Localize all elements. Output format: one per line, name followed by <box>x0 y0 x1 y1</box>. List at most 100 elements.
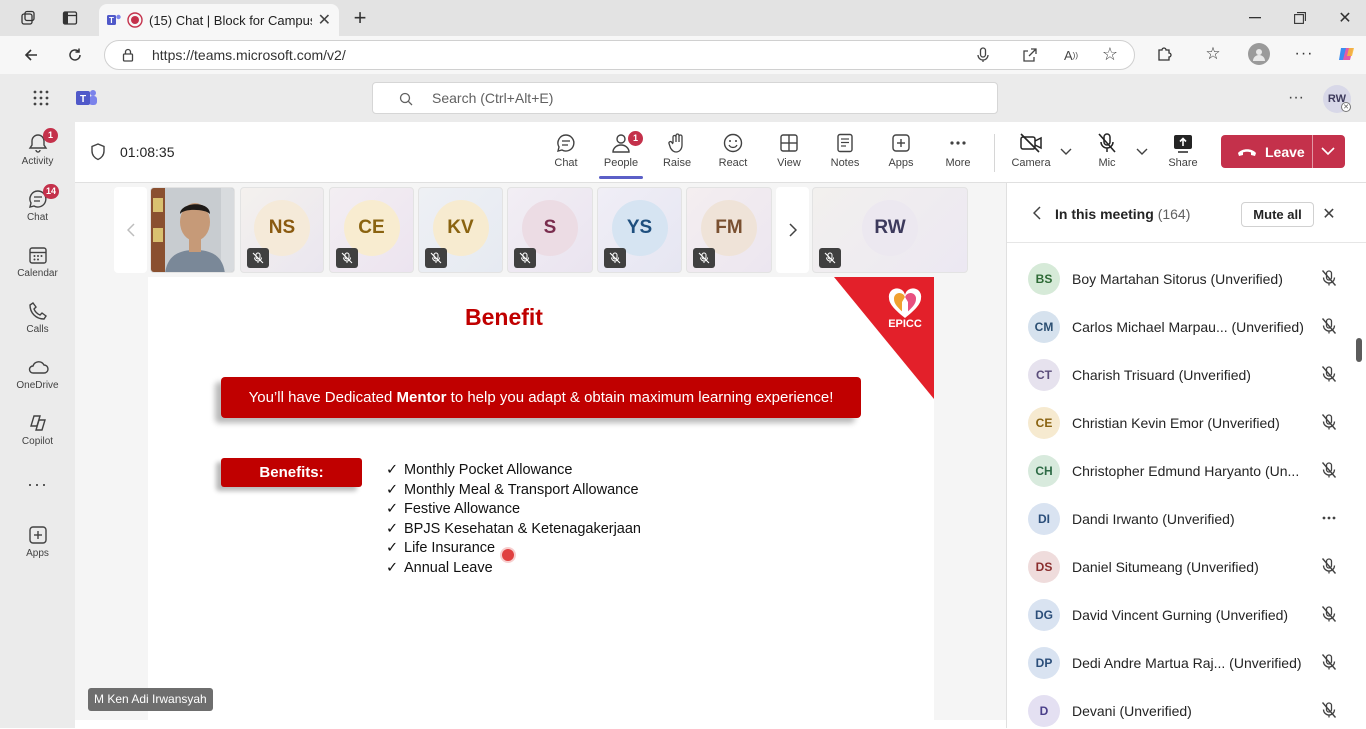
open-in-app-icon[interactable] <box>1020 45 1040 65</box>
people-button[interactable]: People 1 <box>593 131 649 179</box>
read-aloud-icon[interactable]: A)) <box>1061 45 1081 65</box>
rail-calls[interactable]: Calls <box>0 300 75 335</box>
close-panel-icon[interactable]: ✕ <box>1320 205 1338 223</box>
app-launcher-icon[interactable] <box>30 87 52 109</box>
shared-slide: EPICC Benefit You’ll have Dedicated Ment… <box>148 277 934 720</box>
view-label: View <box>777 157 801 169</box>
leave-options-chevron-icon[interactable] <box>1321 147 1335 156</box>
participant-initials: NS <box>268 217 296 238</box>
participant-tile[interactable]: CE <box>329 187 414 273</box>
rail-activity[interactable]: Activity 1 <box>0 128 75 167</box>
raise-hand-button[interactable]: Raise <box>649 132 705 169</box>
person-avatar: BS <box>1028 263 1060 295</box>
back-icon[interactable] <box>20 44 42 66</box>
benefit-text: Life Insurance <box>404 540 496 557</box>
chat-badge: 14 <box>43 184 60 199</box>
muted-mic-icon <box>425 248 447 268</box>
extensions-icon[interactable] <box>1154 44 1174 64</box>
browser-profile-avatar[interactable] <box>1248 43 1270 65</box>
recording-icon <box>127 12 143 28</box>
browser-tab-active[interactable]: T (15) Chat | Block for Campus ✕ <box>99 4 339 36</box>
view-button[interactable]: View <box>761 132 817 169</box>
back-chevron-icon[interactable] <box>1029 205 1045 221</box>
mute-all-button[interactable]: Mute all <box>1241 202 1314 227</box>
react-button[interactable]: React <box>705 132 761 169</box>
notes-button[interactable]: Notes <box>817 132 873 169</box>
refresh-icon[interactable] <box>64 44 86 66</box>
camera-options-chevron-icon[interactable] <box>1058 144 1074 160</box>
more-label: More <box>945 157 971 169</box>
roster-person[interactable]: DG David Vincent Gurning (Unverified) <box>1028 597 1338 633</box>
self-view-tile[interactable]: RW <box>812 187 968 273</box>
self-initials: RW <box>874 217 906 238</box>
participant-tile[interactable]: YS <box>597 187 682 273</box>
person-more-options-icon[interactable] <box>1320 509 1338 527</box>
rail-apps[interactable]: Apps <box>0 524 75 559</box>
person-name: Dandi Irwanto (Unverified) <box>1072 511 1235 527</box>
person-avatar: CM <box>1028 311 1060 343</box>
person-name: Carlos Michael Marpau... (Unverified) <box>1072 319 1304 335</box>
copilot-browser-icon[interactable] <box>1336 43 1358 65</box>
hang-up-icon <box>1237 147 1257 157</box>
search-placeholder: Search (Ctrl+Alt+E) <box>432 90 554 106</box>
teams-favicon-icon: T <box>107 13 121 27</box>
favorites-icon[interactable]: ☆ <box>1203 44 1223 64</box>
participant-tile[interactable]: S <box>507 187 593 273</box>
roster-person[interactable]: D Devani (Unverified) <box>1028 693 1338 729</box>
mic-button[interactable]: Mic <box>1079 132 1135 169</box>
settings-more-icon[interactable]: ··· <box>1286 88 1306 108</box>
chat-button[interactable]: Chat <box>538 132 594 169</box>
rail-onedrive[interactable]: OneDrive <box>0 356 75 391</box>
tab-actions-icon[interactable] <box>60 8 80 28</box>
rail-copilot[interactable]: Copilot <box>0 412 75 447</box>
more-button[interactable]: More <box>930 132 986 169</box>
apps-button[interactable]: Apps <box>873 132 929 169</box>
voice-search-icon[interactable] <box>973 45 993 65</box>
people-list-scrollbar[interactable] <box>1356 338 1362 362</box>
muted-mic-icon <box>604 248 626 268</box>
roster-person[interactable]: DP Dedi Andre Martua Raj... (Unverified) <box>1028 645 1338 681</box>
self-avatar: RW <box>862 200 918 256</box>
mic-off-icon <box>1320 557 1338 575</box>
close-window-icon[interactable]: ✕ <box>1335 8 1355 28</box>
participant-tile[interactable]: FM <box>686 187 772 273</box>
roster-person[interactable]: CM Carlos Michael Marpau... (Unverified) <box>1028 309 1338 345</box>
strip-next-button[interactable] <box>776 187 809 273</box>
camera-button[interactable]: Camera <box>1003 132 1059 169</box>
roster-person[interactable]: CH Christopher Edmund Haryanto (Un... <box>1028 453 1338 489</box>
search-input[interactable]: Search (Ctrl+Alt+E) <box>372 82 998 114</box>
toolbar-divider <box>994 134 995 172</box>
tab-close-icon[interactable]: ✕ <box>318 10 331 30</box>
mic-off-icon <box>1320 461 1338 479</box>
participant-tile[interactable]: KV <box>418 187 503 273</box>
roster-person[interactable]: CT Charish Trisuard (Unverified) <box>1028 357 1338 393</box>
benefit-item: ✓ BPJS Kesehatan & Ketenagakerjaan <box>386 520 641 537</box>
restore-icon[interactable] <box>1290 8 1310 28</box>
roster-person[interactable]: CE Christian Kevin Emor (Unverified) <box>1028 405 1338 441</box>
workspaces-icon[interactable] <box>18 8 38 28</box>
apps-label: Apps <box>888 157 914 169</box>
rail-chat[interactable]: Chat 14 <box>0 184 75 223</box>
new-tab-icon[interactable]: + <box>350 5 370 30</box>
participant-tile[interactable]: NS <box>240 187 324 273</box>
leave-button[interactable]: Leave <box>1221 135 1345 168</box>
speaker-video-tile[interactable] <box>150 187 235 273</box>
leave-label: Leave <box>1265 143 1305 160</box>
mic-options-chevron-icon[interactable] <box>1134 144 1150 160</box>
react-label: React <box>718 157 748 169</box>
strip-prev-button[interactable] <box>114 187 147 273</box>
roster-person[interactable]: DI Dandi Irwanto (Unverified) <box>1028 501 1338 537</box>
minimize-icon[interactable] <box>1245 8 1265 28</box>
share-button[interactable]: Share <box>1155 132 1211 169</box>
rail-calendar[interactable]: Calendar <box>0 244 75 279</box>
site-info-icon[interactable] <box>119 46 137 64</box>
roster-person[interactable]: BS Boy Martahan Sitorus (Unverified) <box>1028 261 1338 297</box>
person-avatar: DP <box>1028 647 1060 679</box>
favorite-star-icon[interactable]: ☆ <box>1100 44 1120 64</box>
shield-icon[interactable] <box>89 143 107 161</box>
roster-person[interactable]: DS Daniel Situmeang (Unverified) <box>1028 549 1338 585</box>
rail-more-icon[interactable]: ··· <box>0 474 75 495</box>
person-avatar: D <box>1028 695 1060 727</box>
browser-menu-icon[interactable]: ··· <box>1294 44 1314 64</box>
teams-logo-icon: T <box>76 87 98 109</box>
